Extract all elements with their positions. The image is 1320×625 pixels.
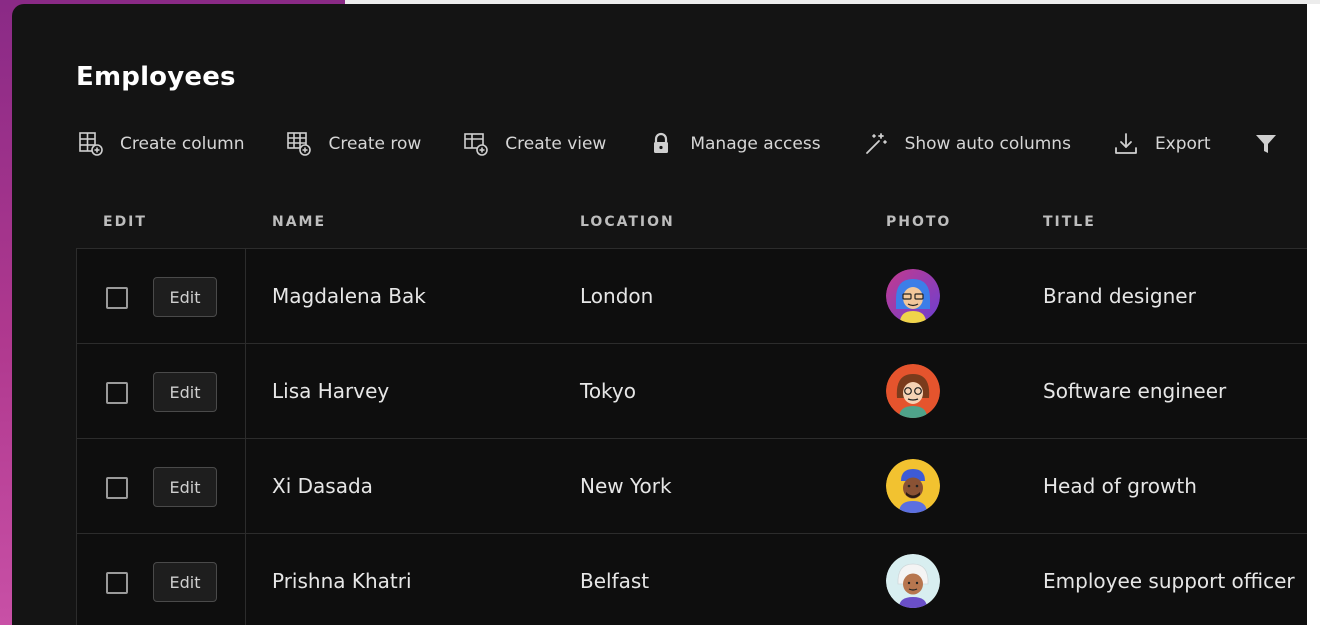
- row-checkbox[interactable]: [106, 477, 128, 499]
- cell-photo: [886, 534, 940, 625]
- edit-button[interactable]: Edit: [153, 372, 217, 412]
- create-view-label: Create view: [505, 134, 607, 154]
- cell-location: London: [580, 284, 654, 308]
- employees-panel: Employees Create column Create row Creat…: [12, 4, 1307, 625]
- show-auto-columns-label: Show auto columns: [904, 134, 1071, 154]
- manage-access-label: Manage access: [690, 134, 821, 154]
- edit-cell: Edit: [76, 534, 246, 625]
- edit-cell: Edit: [76, 344, 246, 438]
- avatar[interactable]: [886, 269, 940, 323]
- avatar[interactable]: [886, 459, 940, 513]
- manage-access-button[interactable]: Manage access: [646, 129, 821, 159]
- table-header: EDIT NAME LOCATION PHOTO TITLE: [76, 200, 1307, 248]
- table-row[interactable]: Edit Xi Dasada New York Head of growth: [76, 439, 1307, 534]
- cell-title: Brand designer: [1043, 284, 1196, 308]
- download-icon: [1111, 129, 1141, 159]
- magic-wand-icon: [861, 129, 891, 159]
- cell-photo: [886, 249, 940, 343]
- header-location[interactable]: LOCATION: [580, 214, 675, 230]
- edit-button[interactable]: Edit: [153, 277, 217, 317]
- create-row-button[interactable]: Create row: [284, 129, 421, 159]
- table-row[interactable]: Edit Lisa Harvey Tokyo Software engineer: [76, 344, 1307, 439]
- employees-table: EDIT NAME LOCATION PHOTO TITLE Edit Magd…: [76, 200, 1307, 625]
- table-row[interactable]: Edit Magdalena Bak London Brand designer: [76, 249, 1307, 344]
- filter-button[interactable]: [1251, 129, 1281, 159]
- create-column-label: Create column: [120, 134, 245, 154]
- cell-location: New York: [580, 474, 672, 498]
- row-checkbox[interactable]: [106, 287, 128, 309]
- show-auto-columns-button[interactable]: Show auto columns: [861, 129, 1071, 159]
- row-checkbox[interactable]: [106, 572, 128, 594]
- create-column-button[interactable]: Create column: [76, 129, 244, 159]
- header-edit[interactable]: EDIT: [103, 214, 147, 230]
- row-checkbox[interactable]: [106, 382, 128, 404]
- create-row-label: Create row: [328, 134, 422, 154]
- header-name[interactable]: NAME: [272, 214, 326, 230]
- toolbar: Create column Create row Create view Man…: [76, 128, 1281, 160]
- cell-photo: [886, 439, 940, 533]
- cell-location: Belfast: [580, 569, 650, 593]
- table-row[interactable]: Edit Prishna Khatri Belfast Employee sup…: [76, 534, 1307, 625]
- cell-title: Employee support officer: [1043, 569, 1295, 593]
- export-button[interactable]: Export: [1111, 129, 1211, 159]
- cell-location: Tokyo: [580, 379, 636, 403]
- filter-icon: [1251, 129, 1281, 159]
- cell-title: Head of growth: [1043, 474, 1197, 498]
- lock-icon: [646, 129, 676, 159]
- create-column-icon: [76, 129, 106, 159]
- cell-name: Lisa Harvey: [272, 379, 390, 403]
- avatar[interactable]: [886, 554, 940, 608]
- header-title[interactable]: TITLE: [1043, 214, 1096, 230]
- create-view-icon: [461, 129, 491, 159]
- header-photo[interactable]: PHOTO: [886, 214, 951, 230]
- edit-cell: Edit: [76, 249, 246, 343]
- avatar[interactable]: [886, 364, 940, 418]
- cell-name: Prishna Khatri: [272, 569, 412, 593]
- page-title: Employees: [76, 62, 236, 92]
- create-view-button[interactable]: Create view: [461, 129, 606, 159]
- edit-cell: Edit: [76, 439, 246, 533]
- cell-photo: [886, 344, 940, 438]
- export-label: Export: [1154, 134, 1211, 154]
- create-row-icon: [284, 129, 314, 159]
- cell-name: Xi Dasada: [272, 474, 373, 498]
- edit-button[interactable]: Edit: [153, 467, 217, 507]
- cell-name: Magdalena Bak: [272, 284, 426, 308]
- table-body: Edit Magdalena Bak London Brand designer…: [76, 248, 1307, 625]
- cell-title: Software engineer: [1043, 379, 1227, 403]
- edit-button[interactable]: Edit: [153, 562, 217, 602]
